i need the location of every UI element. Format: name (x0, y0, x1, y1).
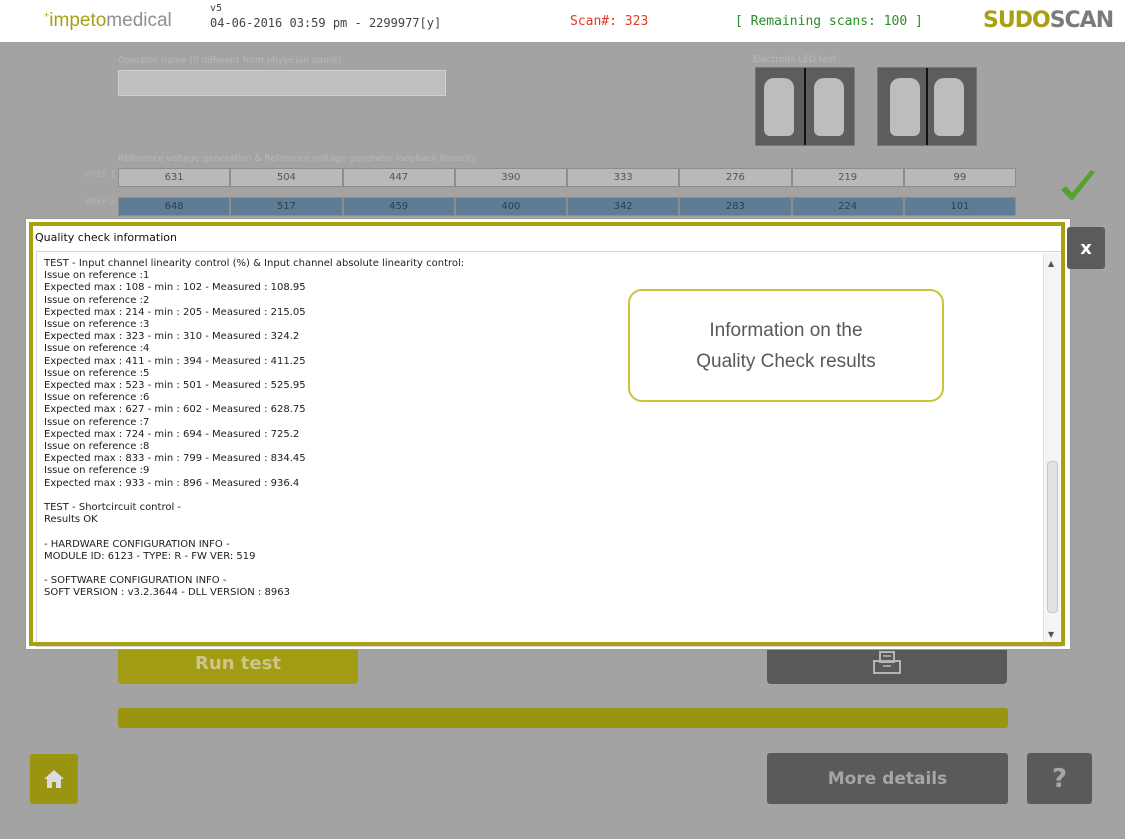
more-details-button[interactable]: More details (767, 753, 1008, 804)
vref-cell: 631 (118, 168, 231, 187)
vref-cell: 459 (342, 197, 455, 216)
checkmark-icon (1061, 170, 1095, 201)
vref-row-1: 631 504 447 390 333 276 219 99 (118, 168, 1016, 187)
callout-line-2: Quality Check results (696, 350, 876, 372)
led-test-label: Electrode LED test (753, 55, 837, 65)
operator-name-input[interactable] (118, 70, 446, 96)
log-scrollbar[interactable]: ▲ ▼ (1043, 253, 1060, 645)
led-test-hands[interactable] (755, 67, 855, 146)
vref-cell: 390 (454, 168, 567, 187)
vref-row-2: 648 517 459 400 342 283 224 101 (118, 197, 1016, 216)
vref-2-label: VREF 2 (84, 197, 116, 207)
operator-name-label: Operator name (if different from physici… (118, 56, 341, 66)
vref-cell: 504 (230, 168, 343, 187)
vref-cell: 333 (567, 168, 680, 187)
help-button[interactable]: ? (1027, 753, 1092, 804)
vref-cell: 447 (342, 168, 455, 187)
close-icon[interactable]: x (1067, 227, 1105, 269)
vref-cell: 276 (679, 168, 792, 187)
progress-fill (118, 708, 1008, 728)
vref-cell: 99 (903, 168, 1016, 187)
datetime-patient-id: 04-06-2016 03:59 pm - 2299977[y] (210, 16, 442, 30)
annotation-callout: Information on the Quality Check results (628, 289, 944, 402)
vref-cell: 517 (230, 197, 343, 216)
vref-cell: 283 (679, 197, 792, 216)
scroll-up-icon[interactable]: ▲ (1048, 259, 1054, 268)
callout-line-1: Information on the (709, 319, 863, 341)
vref-1-label: VREF 1 (84, 170, 116, 180)
vref-cell: 342 (567, 197, 680, 216)
scan-number: Scan#: 323 (570, 14, 649, 29)
vref-title: Reference voltage generation & Reference… (118, 154, 477, 164)
scroll-down-icon[interactable]: ▼ (1048, 630, 1054, 639)
printer-icon (873, 651, 901, 674)
quality-check-dialog: Quality check information TEST - Input c… (25, 218, 1071, 650)
impeto-logo: +impetomedical (44, 10, 172, 31)
vref-cell: 648 (118, 197, 231, 216)
sudoscan-logo: SUDOSCAN (983, 8, 1114, 33)
vref-cell: 400 (454, 197, 567, 216)
vref-cell: 219 (791, 168, 904, 187)
home-icon (44, 770, 64, 788)
scroll-thumb[interactable] (1047, 461, 1058, 613)
led-test-feet[interactable] (877, 67, 977, 146)
dialog-title: Quality check information (35, 231, 177, 244)
header-bar: +impetomedical v5 04-06-2016 03:59 pm - … (0, 0, 1125, 42)
vref-cell: 101 (903, 197, 1016, 216)
test-progress-bar (118, 708, 1008, 728)
vref-cell: 224 (791, 197, 904, 216)
remaining-scans: [ Remaining scans: 100 ] (735, 14, 923, 29)
home-button[interactable] (30, 754, 78, 804)
software-version: v5 (210, 3, 223, 14)
